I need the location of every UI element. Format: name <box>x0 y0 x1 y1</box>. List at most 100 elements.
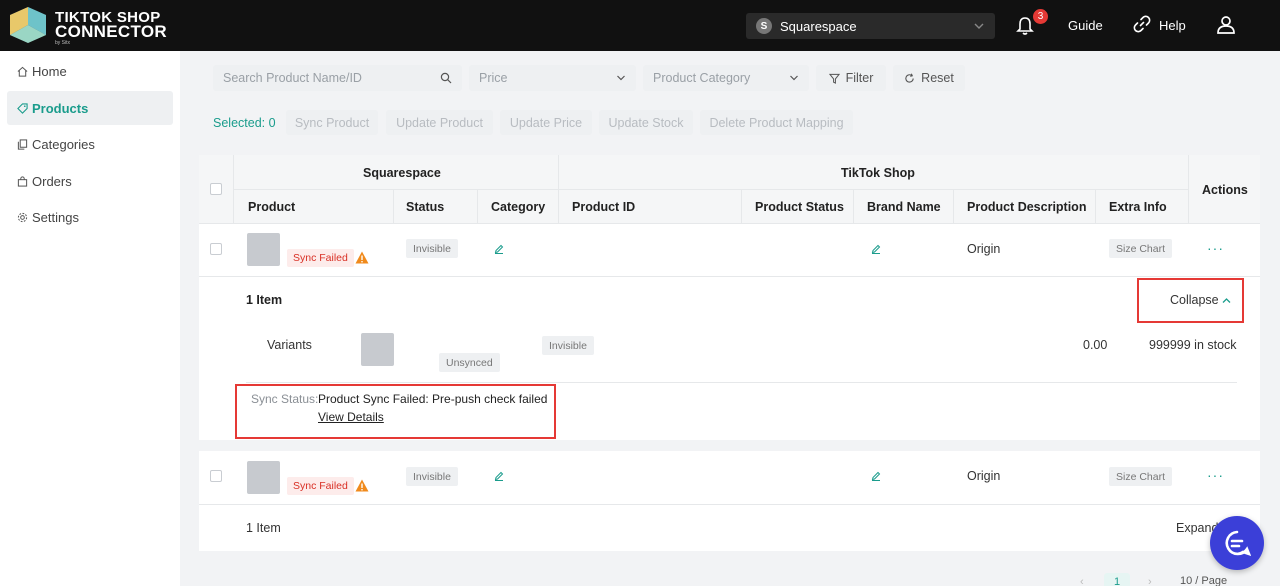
variant-sync-tag: Unsynced <box>439 353 500 372</box>
filter-icon <box>828 73 840 84</box>
collapse-label: Collapse <box>1170 293 1219 307</box>
select-all-checkbox[interactable] <box>210 183 222 195</box>
brand-line2: CONNECTOR <box>55 22 167 41</box>
link-icon[interactable] <box>1133 15 1151 33</box>
user-icon[interactable] <box>1216 15 1236 35</box>
tag-icon <box>17 102 28 114</box>
help-link[interactable]: Help <box>1159 18 1186 33</box>
chevron-down-icon <box>617 75 625 81</box>
sidebar-item-label: Orders <box>32 173 72 189</box>
row-checkbox[interactable] <box>210 470 222 482</box>
variant-divider <box>246 382 1237 383</box>
col-divider <box>393 189 394 224</box>
col-product-status: Product Status <box>755 200 844 214</box>
product-thumbnail <box>247 233 280 266</box>
update-price-button[interactable]: Update Price <box>500 110 592 135</box>
reset-icon <box>905 73 914 83</box>
search-icon[interactable] <box>440 72 452 84</box>
update-stock-button[interactable]: Update Stock <box>599 110 693 135</box>
category-placeholder: Product Category <box>653 71 751 85</box>
row-checkbox[interactable] <box>210 243 222 255</box>
home-icon <box>17 66 28 77</box>
reset-label: Reset <box>921 71 954 85</box>
group-header-tiktok: TikTok Shop <box>841 166 915 180</box>
sidebar-item-label: Settings <box>32 209 79 225</box>
size-chart-tag[interactable]: Size Chart <box>1109 467 1173 486</box>
sync-failed-tag: Sync Failed <box>287 477 354 495</box>
status-badge: Invisible <box>406 239 458 258</box>
delete-mapping-button[interactable]: Delete Product Mapping <box>700 110 853 135</box>
more-actions-button[interactable]: ··· <box>1207 240 1224 256</box>
guide-link[interactable]: Guide <box>1068 18 1103 33</box>
col-divider <box>1188 155 1189 224</box>
sidebar-item-orders[interactable]: Orders <box>7 164 173 198</box>
col-actions: Actions <box>1202 183 1248 197</box>
store-avatar: S <box>756 18 772 34</box>
row-divider <box>199 504 1260 505</box>
variant-price: 0.00 <box>1083 338 1108 352</box>
sidebar-item-products[interactable]: Products <box>7 91 173 125</box>
logo-icon <box>10 7 46 43</box>
col-divider <box>1095 189 1096 224</box>
selected-count: Selected: 0 <box>213 116 276 130</box>
edit-icon[interactable] <box>494 471 504 481</box>
edit-icon[interactable] <box>494 244 504 254</box>
product-thumbnail <box>247 461 280 494</box>
sidebar-item-label: Home <box>32 63 67 79</box>
sidebar-item-label: Categories <box>32 136 95 152</box>
bell-icon[interactable] <box>1016 16 1034 36</box>
view-details-link[interactable]: View Details <box>318 410 384 424</box>
update-product-button[interactable]: Update Product <box>386 110 493 135</box>
col-brand-name: Brand Name <box>867 200 941 214</box>
prev-page-icon[interactable]: ‹ <box>1080 576 1084 586</box>
col-divider <box>233 155 234 224</box>
col-product-id: Product ID <box>572 200 636 214</box>
sync-product-button[interactable]: Sync Product <box>286 110 378 135</box>
col-category: Category <box>491 200 546 214</box>
sync-status-text: Product Sync Failed: Pre-push check fail… <box>318 392 548 406</box>
category-select[interactable]: Product Category <box>643 65 809 91</box>
more-actions-button[interactable]: ··· <box>1207 467 1224 483</box>
size-chart-tag[interactable]: Size Chart <box>1109 239 1173 258</box>
sync-status-label: Sync Status: <box>251 392 319 406</box>
col-status: Status <box>406 200 445 214</box>
chat-button[interactable] <box>1210 516 1264 570</box>
col-divider <box>741 189 742 224</box>
page-size-select[interactable]: 10 / Page <box>1180 575 1227 586</box>
col-product: Product <box>248 200 296 214</box>
search-box[interactable] <box>213 65 462 91</box>
next-page-icon[interactable]: › <box>1148 576 1152 586</box>
sidebar-item-label: Products <box>32 100 89 116</box>
reset-button[interactable]: Reset <box>893 65 965 91</box>
variant-stock: 999999 in stock <box>1149 338 1237 352</box>
warning-icon[interactable] <box>355 251 369 264</box>
search-input[interactable] <box>223 71 433 85</box>
collapse-toggle[interactable]: Collapse <box>1170 293 1231 307</box>
store-name: Squarespace <box>780 18 857 34</box>
col-divider <box>558 155 559 224</box>
price-placeholder: Price <box>479 71 508 85</box>
store-selector[interactable]: S Squarespace <box>746 13 995 39</box>
sidebar-item-settings[interactable]: Settings <box>7 200 173 234</box>
col-divider <box>953 189 954 224</box>
variant-status-badge: Invisible <box>542 336 594 355</box>
edit-icon[interactable] <box>871 471 881 481</box>
sync-failed-tag: Sync Failed <box>287 249 354 267</box>
edit-icon[interactable] <box>871 244 881 254</box>
status-badge: Invisible <box>406 467 458 486</box>
chevron-down-icon <box>790 75 798 81</box>
page-1[interactable]: 1 <box>1104 573 1130 586</box>
bag-icon <box>17 175 28 187</box>
filter-button[interactable]: Filter <box>816 65 886 91</box>
item-count: 1 Item <box>246 521 281 535</box>
sidebar-item-home[interactable]: Home <box>7 54 173 88</box>
warning-icon[interactable] <box>355 479 369 492</box>
variant-thumbnail <box>361 333 394 366</box>
item-count: 1 Item <box>246 293 283 307</box>
sidebar-item-categories[interactable]: Categories <box>7 127 173 161</box>
row-divider <box>199 276 1260 277</box>
price-select[interactable]: Price <box>469 65 636 91</box>
chat-icon <box>1225 530 1251 557</box>
col-product-description: Product Description <box>967 200 1087 214</box>
chevron-up-icon <box>1222 297 1231 303</box>
